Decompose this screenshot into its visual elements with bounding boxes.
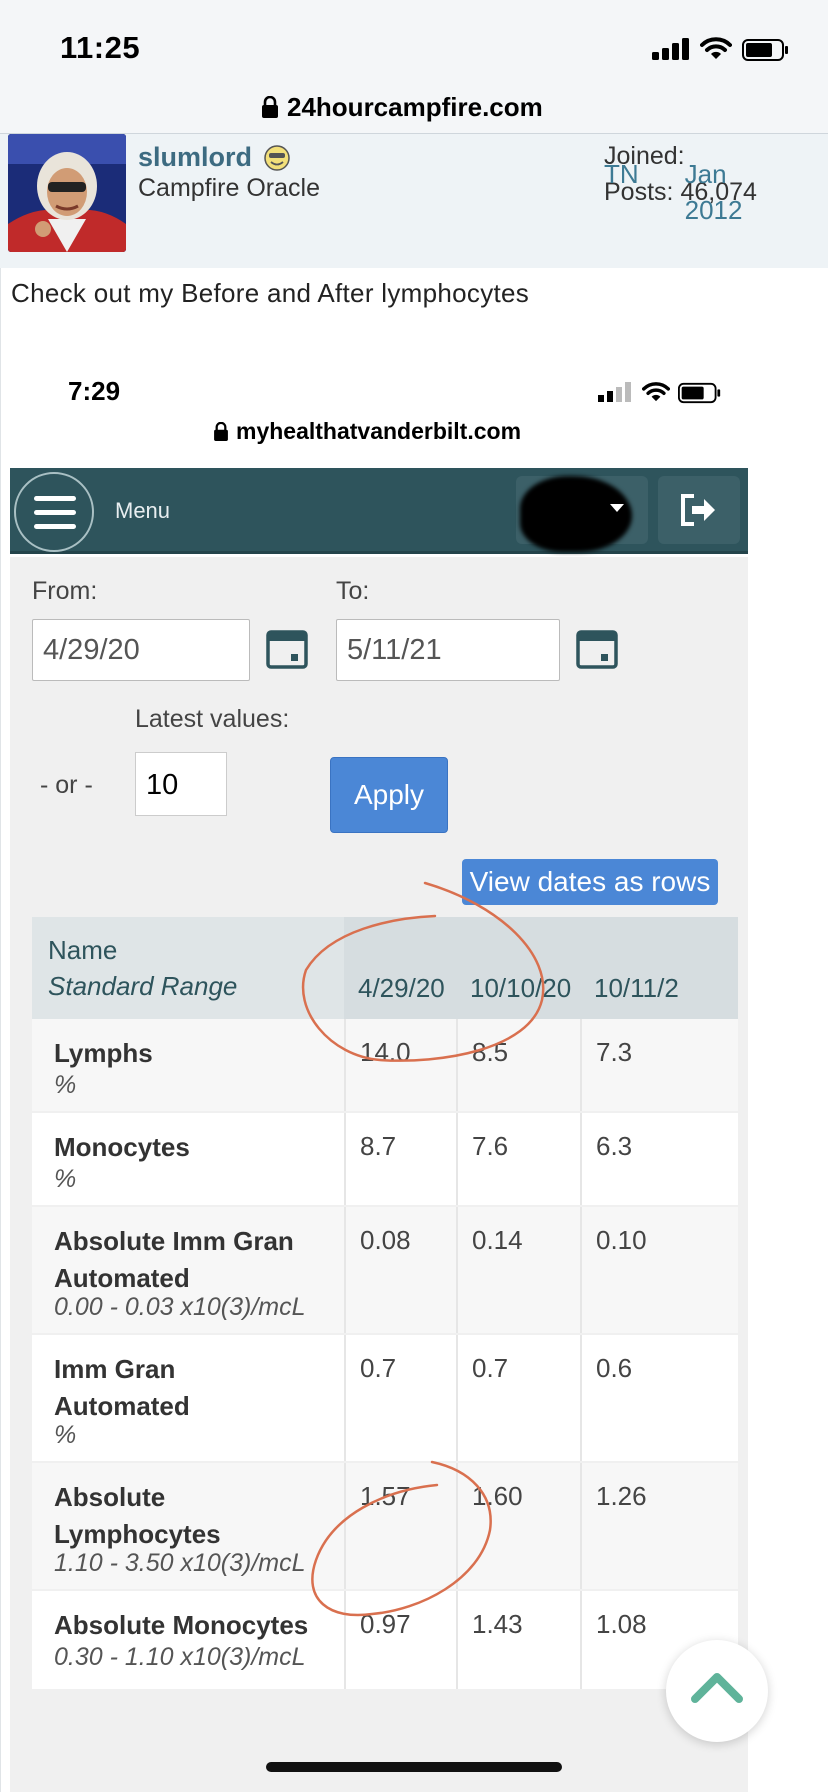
value-cell: 0.7 xyxy=(360,1353,397,1383)
redacted-name-blob xyxy=(520,476,632,552)
row-range: % xyxy=(54,1421,77,1449)
value-cell: 1.08 xyxy=(596,1609,647,1639)
embedded-signal-icon xyxy=(598,382,631,402)
table-row: Absolute Monocytes 0.30 - 1.10 x10(3)/mc… xyxy=(32,1591,738,1691)
embedded-battery-icon xyxy=(678,382,721,404)
status-bar: 11:25 xyxy=(0,0,828,80)
embedded-status-bar: 7:29 myhealthatvanderbilt.com xyxy=(10,350,748,470)
table-row: Absolute Lymphocytes 1.10 - 3.50 x10(3)/… xyxy=(32,1463,738,1591)
value-cell: 7.3 xyxy=(596,1037,633,1067)
value-cell: 0.7 xyxy=(472,1353,509,1383)
status-time: 11:25 xyxy=(60,30,141,65)
table-row: Imm Gran Automated % 0.7 0.7 0.6 xyxy=(32,1335,738,1463)
row-range: 1.10 - 3.50 x10(3)/mcL xyxy=(54,1549,306,1577)
table-row: Lymphs % 14.0 8.5 7.3 xyxy=(32,1019,738,1113)
menu-label[interactable]: Menu xyxy=(115,498,170,524)
view-dates-as-rows-button[interactable]: View dates as rows xyxy=(462,859,718,905)
row-name: Absolute Imm Gran Automated xyxy=(54,1226,294,1293)
smiley-icon xyxy=(264,144,290,171)
embedded-lock-icon xyxy=(214,422,228,441)
row-name: Imm Gran Automated xyxy=(54,1354,190,1421)
standard-range-header: Standard Range xyxy=(48,971,238,1001)
row-name: Monocytes xyxy=(54,1132,190,1162)
browser-url: 24hourcampfire.com xyxy=(287,91,543,122)
value-cell: 1.57 xyxy=(360,1481,411,1511)
lock-icon xyxy=(262,96,278,118)
from-calendar-icon[interactable] xyxy=(266,627,308,669)
results-content: From: 4/29/20 To: 5/11/21 Latest values:… xyxy=(10,557,748,1792)
table-row: Monocytes % 8.7 7.6 6.3 xyxy=(32,1113,738,1207)
row-range: % xyxy=(54,1071,77,1099)
value-cell: 0.97 xyxy=(360,1609,411,1639)
embedded-time: 7:29 xyxy=(68,376,121,406)
post-text: Check out my Before and After lymphocyte… xyxy=(11,278,530,308)
value-cell: 6.3 xyxy=(596,1131,633,1161)
row-name: Lymphs xyxy=(54,1038,153,1068)
embedded-url-bar: myhealthatvanderbilt.com xyxy=(214,418,521,445)
menu-button[interactable] xyxy=(14,472,94,552)
cellular-signal-icon xyxy=(652,38,690,60)
latest-values-input[interactable]: 10 xyxy=(135,752,227,816)
user-title: Campfire Oracle xyxy=(138,174,320,202)
to-label: To: xyxy=(336,577,370,605)
account-dropdown-button[interactable] xyxy=(516,476,648,552)
portal-navbar: Menu xyxy=(10,468,748,554)
value-cell: 8.5 xyxy=(472,1037,509,1067)
embedded-screenshot[interactable]: 7:29 myhealthatvanderbilt.com Menu From:… xyxy=(10,350,748,1792)
post-header: slumlord Campfire Oracle Joined: Jan 201… xyxy=(0,134,828,268)
home-indicator[interactable] xyxy=(266,1762,562,1772)
latest-values-label: Latest values: xyxy=(135,705,290,733)
value-cell: 0.08 xyxy=(360,1225,411,1255)
caret-down-icon xyxy=(610,504,624,512)
scroll-to-top-button[interactable] xyxy=(666,1640,768,1742)
wifi-icon xyxy=(700,37,732,59)
browser-url-bar[interactable]: 24hourcampfire.com xyxy=(0,80,828,134)
row-range: 0.00 - 0.03 x10(3)/mcL xyxy=(54,1293,306,1321)
value-cell: 0.6 xyxy=(596,1353,633,1383)
from-date-input[interactable]: 4/29/20 xyxy=(32,619,250,681)
embedded-wifi-icon xyxy=(642,382,670,402)
username-link[interactable]: slumlord xyxy=(138,142,292,173)
apply-button[interactable]: Apply xyxy=(330,757,448,833)
from-label: From: xyxy=(32,577,98,605)
user-avatar[interactable] xyxy=(8,134,126,252)
value-cell: 0.10 xyxy=(596,1225,647,1255)
to-calendar-icon[interactable] xyxy=(576,627,618,669)
row-name: Absolute Lymphocytes xyxy=(54,1482,221,1549)
user-location: TN xyxy=(604,159,639,189)
value-cell: 1.26 xyxy=(596,1481,647,1511)
or-label: - or - xyxy=(40,771,93,799)
row-range: % xyxy=(54,1165,77,1193)
name-header: Name xyxy=(48,935,118,965)
date-header: 10/11/2 xyxy=(594,973,679,1003)
username[interactable]: slumlord xyxy=(138,142,252,173)
joined-value: Jan 2012 xyxy=(684,159,743,225)
row-range: 0.30 - 1.10 x10(3)/mcL xyxy=(54,1643,306,1671)
date-header: 10/10/20 xyxy=(470,973,572,1003)
logout-icon xyxy=(681,494,715,526)
value-cell: 1.43 xyxy=(472,1609,523,1639)
row-name: Absolute Monocytes xyxy=(54,1610,309,1640)
value-cell: 7.6 xyxy=(472,1131,509,1161)
to-date-input[interactable]: 5/11/21 xyxy=(336,619,560,681)
value-cell: 0.14 xyxy=(472,1225,523,1255)
user-meta: Joined: Jan 2012 Posts: 46,074 TN xyxy=(604,138,757,225)
value-cell: 8.7 xyxy=(360,1131,397,1161)
date-header: 4/29/20 xyxy=(358,973,445,1003)
chevron-up-icon xyxy=(691,1673,743,1703)
value-cell: 1.60 xyxy=(472,1481,523,1511)
table-header: Name Standard Range 4/29/20 10/10/20 10/… xyxy=(32,917,738,1019)
battery-icon xyxy=(742,39,788,61)
table-row: Absolute Imm Gran Automated 0.00 - 0.03 … xyxy=(32,1207,738,1335)
value-cell: 14.0 xyxy=(360,1037,411,1067)
logout-button[interactable] xyxy=(658,476,740,544)
embedded-url: myhealthatvanderbilt.com xyxy=(236,418,522,444)
